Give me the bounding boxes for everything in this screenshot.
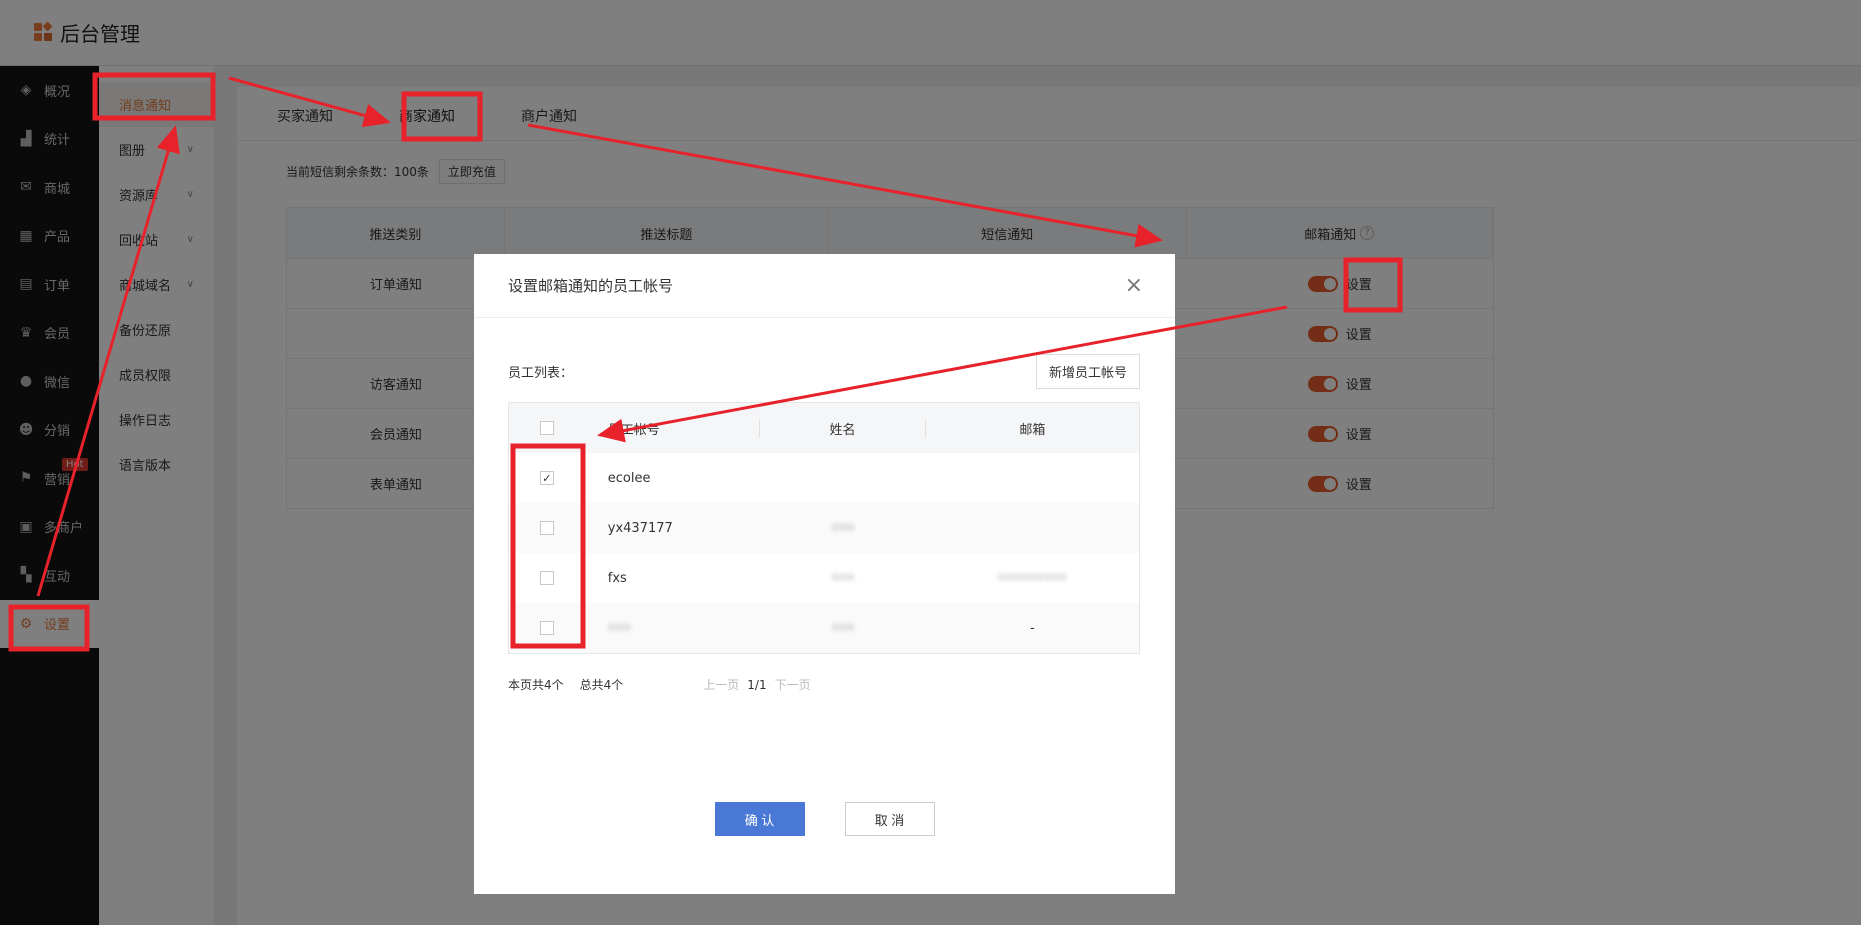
confirm-button[interactable]: 确 认 xyxy=(714,802,805,836)
staff-list-label: 员工列表： xyxy=(508,366,574,381)
table-row: ✓ ecolee xyxy=(509,453,1139,503)
cancel-button[interactable]: 取 消 xyxy=(844,802,935,836)
staff-table-header: 员工帐号 姓名 邮箱 xyxy=(509,403,1139,453)
table-row: ••• ••• - xyxy=(509,603,1139,653)
pagination: 本页共4个 总共4个 上一页 1/1 下一页 xyxy=(508,676,1140,693)
prev-page-button[interactable]: 上一页 xyxy=(703,676,739,693)
page-count: 本页共4个 xyxy=(508,678,564,692)
column-header: 员工帐号 xyxy=(585,418,761,438)
modal-header: 设置邮箱通知的员工帐号 × xyxy=(474,254,1175,318)
modal-title: 设置邮箱通知的员工帐号 xyxy=(508,277,674,295)
staff-table: 员工帐号 姓名 邮箱 ✓ ecolee yx437177 ••• fxs •••… xyxy=(508,402,1140,654)
row-checkbox[interactable] xyxy=(539,621,554,635)
row-checkbox[interactable] xyxy=(539,571,554,585)
table-row: fxs ••• ••••••••• xyxy=(509,553,1139,603)
table-row: yx437177 ••• xyxy=(509,503,1139,553)
select-all-checkbox[interactable] xyxy=(539,421,554,435)
row-checkbox-checked[interactable]: ✓ xyxy=(539,471,554,485)
staff-list-header: 员工列表： 新增员工帐号 xyxy=(508,354,1140,389)
modal-footer: 确 认 取 消 xyxy=(474,802,1175,836)
row-checkbox[interactable] xyxy=(539,521,554,535)
close-icon[interactable]: × xyxy=(1125,274,1143,297)
current-page: 1/1 xyxy=(747,677,767,692)
column-header: 姓名 xyxy=(760,418,926,438)
column-header: 邮箱 xyxy=(1019,422,1046,438)
add-staff-button[interactable]: 新增员工帐号 xyxy=(1035,354,1140,389)
email-staff-modal: 设置邮箱通知的员工帐号 × 员工列表： 新增员工帐号 员工帐号 姓名 邮箱 ✓ … xyxy=(474,254,1175,894)
next-page-button[interactable]: 下一页 xyxy=(775,676,811,693)
total-count: 总共4个 xyxy=(579,678,624,692)
